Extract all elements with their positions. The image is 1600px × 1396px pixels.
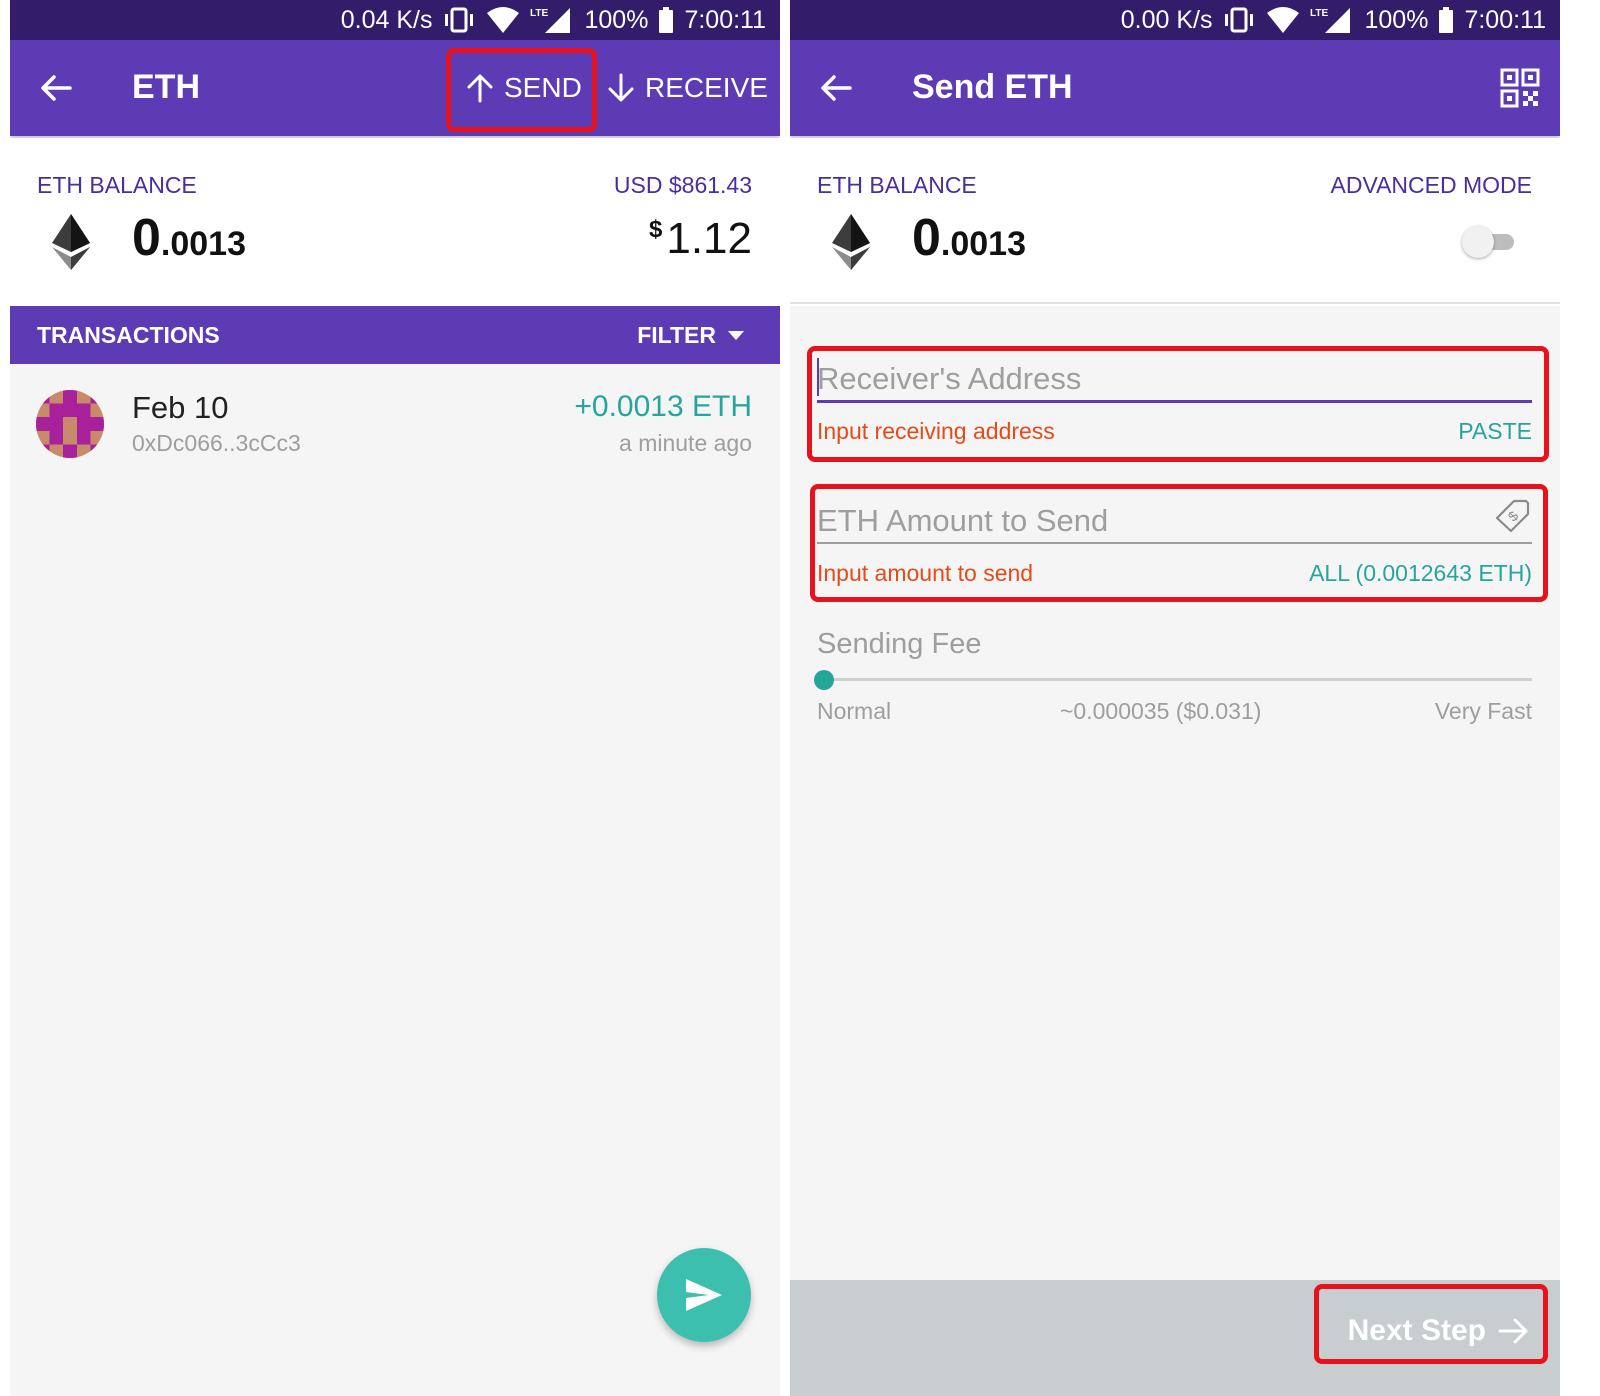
wifi-icon [1266,6,1300,34]
divider [790,302,1560,304]
status-bar: 0.04 K/s LTE 100% 7:00:11 [10,0,780,40]
next-step-button[interactable]: Next Step [1348,1306,1530,1356]
qr-code-icon[interactable] [1500,68,1540,108]
ethereum-logo-icon [52,214,90,270]
wifi-icon [486,6,520,34]
arrow-up-icon [467,74,493,103]
network-speed: 0.00 K/s [1120,5,1213,34]
network-speed: 0.04 K/s [340,5,433,34]
balance-card: ETH BALANCE ADVANCED MODE 0.0013 [790,138,1560,306]
arrow-right-icon [1498,1318,1528,1344]
signal-icon: LTE [1310,6,1354,34]
page-title: Send ETH [912,68,1073,106]
battery-level: 100% [1364,5,1429,34]
transaction-date: Feb 10 [132,390,229,425]
send-fab[interactable] [657,1248,751,1342]
usd-balance: $1.12 [649,214,752,263]
battery-level: 100% [584,5,649,34]
transactions-header: TRANSACTIONS FILTER [10,306,780,364]
receiver-address-input[interactable] [817,354,1532,404]
receiver-helper-text: Input receiving address [817,418,1055,444]
paste-button[interactable]: PASTE [1458,418,1532,445]
transaction-row[interactable]: Feb 10 0xDc066..3cCc3 +0.0013 ETH a minu… [10,384,780,464]
wallet-screen: 0.04 K/s LTE 100% 7:00:11 ETH SEND RECEI… [10,0,780,1396]
fee-slider-thumb[interactable] [814,670,834,690]
bottom-bar: Next Step [790,1280,1560,1396]
transaction-address: 0xDc066..3cCc3 [132,430,301,456]
transaction-amount: +0.0013 ETH [574,390,752,423]
send-button[interactable]: SEND [466,66,582,110]
receiver-address-field: Input receiving address PASTE [817,354,1532,454]
advanced-mode-toggle[interactable] [1462,226,1516,258]
back-arrow-icon[interactable] [818,70,854,106]
signal-icon: LTE [530,6,574,34]
identicon-avatar [36,390,104,458]
send-icon [686,1279,722,1311]
amount-field: $ Input amount to send ALL (0.0012643 ET… [817,496,1532,596]
svg-text:LTE: LTE [530,8,548,19]
transaction-time: a minute ago [619,430,752,456]
app-bar: ETH SEND RECEIVE [10,40,780,136]
money-tag-icon[interactable]: $ [1494,496,1532,534]
receive-button[interactable]: RECEIVE [607,66,768,110]
eth-balance: 0.0013 [912,209,1027,267]
fee-max-label: Very Fast [1434,698,1532,724]
usd-rate: USD $861.43 [613,172,752,198]
app-bar: Send ETH [790,40,1560,136]
clock: 7:00:11 [684,5,766,34]
input-underline [817,542,1532,544]
send-screen: 0.00 K/s LTE 100% 7:00:11 Send ETH ETH B… [790,0,1560,1396]
fee-value: ~0.000035 ($0.031) [1060,698,1262,724]
ethereum-logo-icon [832,214,870,270]
amount-helper-text: Input amount to send [817,560,1034,586]
send-label: SEND [504,72,582,103]
status-bar: 0.00 K/s LTE 100% 7:00:11 [790,0,1560,40]
battery-icon [658,7,674,33]
toggle-thumb [1462,226,1494,258]
balance-label: ETH BALANCE [37,172,197,198]
vibrate-icon [1222,7,1256,33]
receive-label: RECEIVE [645,72,768,103]
arrow-down-icon [608,73,634,102]
eth-balance: 0.0013 [132,209,247,267]
clock: 7:00:11 [1464,5,1546,34]
amount-input[interactable] [817,496,1532,546]
fee-slider-track[interactable] [825,678,1532,681]
send-all-button[interactable]: ALL (0.0012643 ETH) [1309,560,1532,587]
filter-button[interactable]: FILTER [637,322,744,349]
input-underline [817,400,1532,403]
battery-icon [1438,7,1454,33]
dropdown-caret-icon [728,330,744,340]
page-title: ETH [132,68,200,106]
vibrate-icon [442,7,476,33]
fee-min-label: Normal [817,698,892,724]
balance-label: ETH BALANCE [817,172,977,198]
transactions-title: TRANSACTIONS [37,322,220,348]
sending-fee-label: Sending Fee [817,628,982,660]
advanced-mode-label: ADVANCED MODE [1330,172,1533,198]
svg-text:LTE: LTE [1310,8,1328,19]
back-arrow-icon[interactable] [38,70,74,106]
balance-card: ETH BALANCE USD $861.43 0.0013 $1.12 [10,138,780,306]
